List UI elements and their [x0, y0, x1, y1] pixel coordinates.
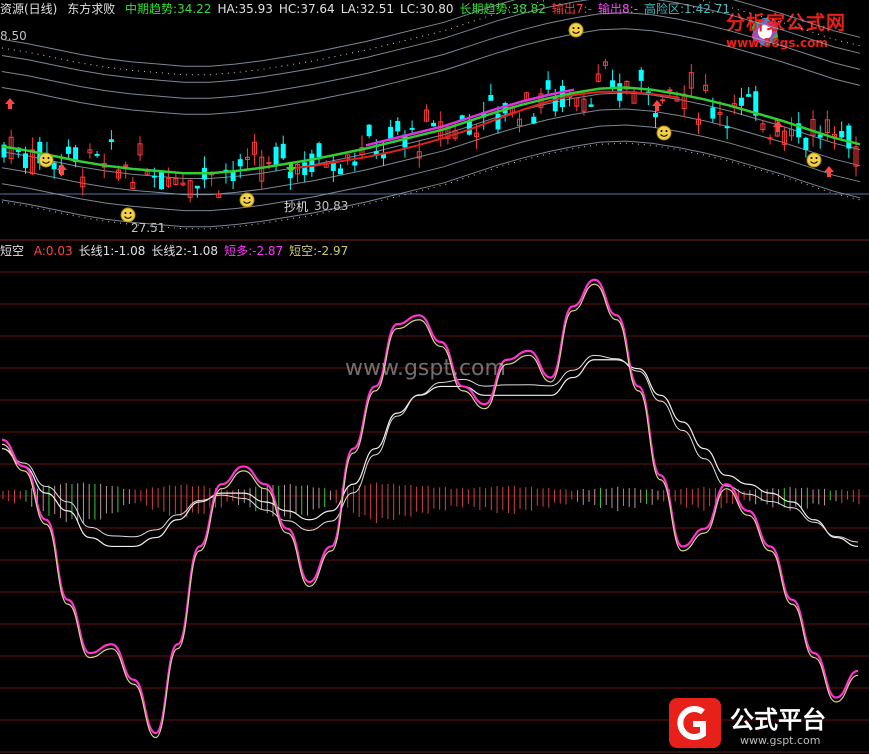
- envelope-band-6: [1, 0, 861, 83]
- watermark: www.gspt.com: [345, 356, 506, 381]
- smiley-marker-icon-eye: [124, 212, 127, 214]
- candle-down: [280, 143, 286, 159]
- smiley-marker-icon-eye: [42, 157, 45, 159]
- indicator-metric-4: 短空:-2.97: [289, 244, 349, 258]
- indicator-metric-2: 长线2:-1.08: [151, 244, 219, 258]
- candle-down: [338, 168, 344, 175]
- candle-down: [746, 94, 752, 97]
- smiley-marker-icon-eye: [47, 157, 50, 159]
- up-arrow-icon: [824, 166, 834, 177]
- candle-down: [738, 97, 744, 106]
- candle-down: [330, 162, 336, 171]
- candle-down: [395, 120, 401, 132]
- smiley-marker-icon: [568, 22, 584, 38]
- smiley-marker-icon: [239, 192, 255, 208]
- indicator-metric-1: 长线1:-1.08: [78, 244, 146, 258]
- long-line-1: [1, 359, 859, 548]
- candle-up: [266, 162, 272, 165]
- candle-up: [667, 89, 673, 92]
- envelope-band-2: [1, 108, 861, 196]
- candle-up: [767, 137, 773, 140]
- candle-down: [388, 126, 394, 140]
- smiley-marker-icon-eye: [248, 197, 251, 199]
- candle-down: [409, 127, 415, 130]
- smiley-marker-icon: [38, 152, 54, 168]
- candle-down: [287, 171, 293, 179]
- dotted-band-1: [1, 0, 861, 76]
- smiley-marker-icon: [806, 152, 822, 168]
- up-arrow-icon: [652, 100, 662, 111]
- platform-url: www.gspt.com: [740, 734, 821, 747]
- candle-down: [65, 146, 71, 154]
- candle-down: [638, 69, 644, 81]
- candle-down: [531, 116, 537, 124]
- smiley-marker-icon: [120, 207, 136, 223]
- candle-down: [488, 94, 494, 101]
- low-price-label: 27.51: [131, 221, 166, 235]
- buy-signal-value: 30.83: [314, 199, 349, 213]
- candle-down: [653, 113, 659, 118]
- indicator-metric-3: 短多:-2.87: [224, 244, 284, 258]
- smiley-marker-icon-eye: [665, 130, 668, 132]
- candle-down: [108, 139, 114, 142]
- smiley-marker-icon-eye: [577, 27, 580, 29]
- candle-down: [352, 161, 358, 166]
- smiley-marker-icon: [656, 125, 672, 141]
- candle-down: [230, 171, 236, 182]
- candle-down: [309, 153, 315, 173]
- candle-down: [94, 153, 100, 156]
- candle-down: [846, 125, 852, 149]
- candle-down: [151, 175, 157, 178]
- up-arrow-icon: [773, 121, 783, 132]
- candle-down: [710, 107, 716, 119]
- buy-signal-label: 抄机: [284, 200, 309, 214]
- smiley-marker-icon-eye: [810, 157, 813, 159]
- candle-down: [302, 162, 308, 176]
- smiley-marker-icon-eye: [129, 212, 132, 214]
- candle-down: [724, 126, 730, 129]
- up-arrow-icon: [5, 98, 15, 109]
- candle-down: [159, 170, 165, 190]
- long-line-2: [1, 354, 859, 543]
- candle-down: [803, 137, 809, 150]
- smiley-marker-icon-eye: [243, 197, 246, 199]
- candle-down: [22, 153, 28, 169]
- candle-down: [545, 80, 551, 90]
- envelope-band-7: [1, 0, 861, 67]
- candle-down: [817, 134, 823, 138]
- candle-down: [431, 122, 437, 127]
- candle-down: [51, 162, 57, 170]
- candle-down: [588, 104, 594, 107]
- candle-down: [273, 146, 279, 166]
- short-short-line: [1, 283, 859, 739]
- short-long-line: [1, 278, 859, 735]
- candle-down: [194, 185, 200, 189]
- indicator-title: 短空: [0, 244, 25, 258]
- indicator-header: 短空 A:0.03 长线1:-1.08 长线2:-1.08 短多:-2.87 短空:-2…: [0, 242, 869, 258]
- candle-down: [495, 113, 501, 130]
- candle-down: [316, 143, 322, 158]
- indicator-metric-0: A:0.03: [33, 244, 73, 258]
- candle-down: [610, 80, 616, 88]
- candle-down: [237, 159, 243, 167]
- smiley-marker-icon-eye: [815, 157, 818, 159]
- platform-name: 公式平台: [730, 706, 826, 734]
- smiley-marker-icon-eye: [660, 130, 663, 132]
- smiley-marker-icon-eye: [572, 27, 575, 29]
- candle-up: [660, 99, 666, 102]
- candle-down: [366, 124, 372, 137]
- up-arrow-icon: [57, 164, 67, 175]
- candle-down: [839, 130, 845, 138]
